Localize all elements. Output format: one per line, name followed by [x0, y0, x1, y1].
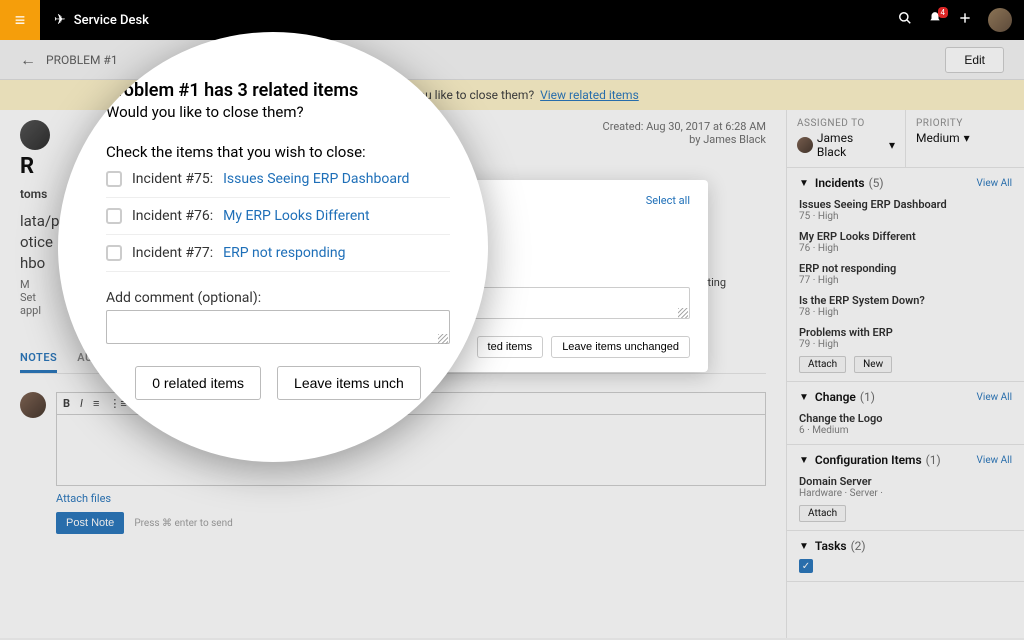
caret-icon: ▼ — [799, 178, 809, 189]
view-all-link[interactable]: View All — [977, 392, 1012, 403]
new-button[interactable]: New — [854, 356, 892, 373]
tab-notes[interactable]: NOTES — [20, 345, 57, 373]
section-change-head[interactable]: ▼ Change (1) View All — [799, 390, 1012, 404]
modal-title: Problem #1 has 3 related items — [106, 80, 450, 101]
incident-row: Incident #76: My ERP Looks Different — [106, 198, 450, 235]
plus-icon[interactable] — [958, 11, 972, 29]
post-hint: Press ⌘ enter to send — [134, 518, 232, 529]
topbar: ≡ ✈ Service Desk 4 — [0, 0, 1024, 40]
comment-label: Add comment (optional): — [106, 290, 450, 306]
priority-value: Medium ▾ — [916, 131, 1014, 145]
incident-link[interactable]: Issues Seeing ERP Dashboard — [223, 171, 409, 187]
search-icon[interactable] — [898, 11, 912, 29]
author-avatar[interactable] — [20, 120, 50, 150]
caret-icon: ▼ — [799, 392, 809, 403]
section-change: ▼ Change (1) View All Change the Logo6 ·… — [787, 382, 1024, 445]
bell-icon[interactable]: 4 — [928, 11, 942, 29]
caret-icon: ▼ — [799, 541, 809, 552]
modal-subtitle: Would you like to close them? — [106, 103, 450, 121]
section-tasks-head[interactable]: ▼ Tasks (2) — [799, 539, 1012, 553]
incident-link[interactable]: ERP not responding — [223, 245, 345, 261]
comment-input[interactable] — [106, 310, 450, 344]
caret-icon: ▼ — [799, 455, 809, 466]
sidebar: ASSIGNED TO James Black ▾ PRIORITY Mediu… — [786, 110, 1024, 638]
incident-link[interactable]: My ERP Looks Different — [223, 208, 369, 224]
incident-row: Incident #75: Issues Seeing ERP Dashboar… — [106, 161, 450, 198]
priority-label: PRIORITY — [916, 118, 1014, 129]
modal-instruction: Check the items that you wish to close: — [106, 143, 450, 161]
select-all-link[interactable]: Select all — [646, 194, 690, 207]
list-item: My ERP Looks Different76 · High — [799, 230, 1012, 254]
list-item: ERP not responding77 · High — [799, 262, 1012, 286]
leave-unchanged-button[interactable]: Leave items unchanged — [551, 336, 690, 358]
meta-info: Created: Aug 30, 2017 at 6:28 AM by Jame… — [603, 120, 766, 146]
close-related-button[interactable]: 0 related items — [135, 366, 261, 400]
leave-unchanged-button[interactable]: Leave items unch — [277, 366, 421, 400]
chevron-down-icon: ▾ — [964, 131, 970, 145]
assigned-label: ASSIGNED TO — [797, 118, 895, 129]
editor-avatar — [20, 392, 46, 418]
notification-badge: 4 — [938, 7, 949, 18]
magnifier-modal: Problem #1 has 3 related items Would you… — [58, 32, 488, 462]
hamburger-menu[interactable]: ≡ — [0, 0, 40, 40]
view-all-link[interactable]: View All — [977, 455, 1012, 466]
sidebar-top: ASSIGNED TO James Black ▾ PRIORITY Mediu… — [787, 110, 1024, 168]
created-text: Created: Aug 30, 2017 at 6:28 AM — [603, 120, 766, 133]
close-related-button[interactable]: ted items — [477, 336, 544, 358]
section-tasks: ▼ Tasks (2) ✓ — [787, 531, 1024, 582]
section-config-head[interactable]: ▼ Configuration Items (1) View All — [799, 453, 1012, 467]
chevron-down-icon: ▾ — [889, 138, 895, 152]
back-arrow-icon[interactable]: ← — [20, 50, 36, 70]
list-item: Change the Logo6 · Medium — [799, 412, 1012, 436]
list-item: Is the ERP System Down?78 · High — [799, 294, 1012, 318]
section-config-items: ▼ Configuration Items (1) View All Domai… — [787, 445, 1024, 531]
bold-icon[interactable]: B — [63, 397, 70, 410]
edit-button[interactable]: Edit — [945, 47, 1004, 73]
attach-files-link[interactable]: Attach files — [56, 492, 111, 505]
assigned-to-box[interactable]: ASSIGNED TO James Black ▾ — [787, 110, 905, 167]
priority-box[interactable]: PRIORITY Medium ▾ — [905, 110, 1024, 167]
checkbox[interactable] — [106, 171, 122, 187]
by-text: by James Black — [603, 133, 766, 146]
section-incidents-head[interactable]: ▼ Incidents (5) View All — [799, 176, 1012, 190]
post-note-button[interactable]: Post Note — [56, 512, 124, 534]
app-title: Service Desk — [74, 13, 149, 28]
modal-buttons: 0 related items Leave items unch — [106, 366, 450, 400]
modal-item-side: ting — [707, 276, 726, 289]
checkbox[interactable] — [106, 208, 122, 224]
incident-row: Incident #77: ERP not responding — [106, 235, 450, 272]
breadcrumb: PROBLEM #1 — [46, 53, 118, 67]
italic-icon[interactable]: I — [80, 397, 83, 410]
assignee-avatar — [797, 137, 813, 153]
list-item: Problems with ERP79 · High — [799, 326, 1012, 350]
post-row: Post Note Press ⌘ enter to send — [56, 512, 766, 534]
alert-link[interactable]: View related items — [540, 88, 639, 102]
section-incidents: ▼ Incidents (5) View All Issues Seeing E… — [787, 168, 1024, 382]
attach-button[interactable]: Attach — [799, 356, 846, 373]
attach-button[interactable]: Attach — [799, 505, 846, 522]
checkbox[interactable] — [106, 245, 122, 261]
topbar-right: 4 — [898, 8, 1024, 32]
list-item: Domain ServerHardware · Server · — [799, 475, 1012, 499]
logo-icon: ✈ — [54, 12, 66, 28]
user-avatar[interactable] — [988, 8, 1012, 32]
list-icon[interactable]: ≡ — [93, 397, 99, 410]
tab-symptoms[interactable]: toms — [20, 187, 47, 205]
list-item: Issues Seeing ERP Dashboard75 · High — [799, 198, 1012, 222]
task-checkbox[interactable]: ✓ — [799, 559, 813, 573]
assigned-value: James Black ▾ — [797, 131, 895, 159]
view-all-link[interactable]: View All — [977, 178, 1012, 189]
